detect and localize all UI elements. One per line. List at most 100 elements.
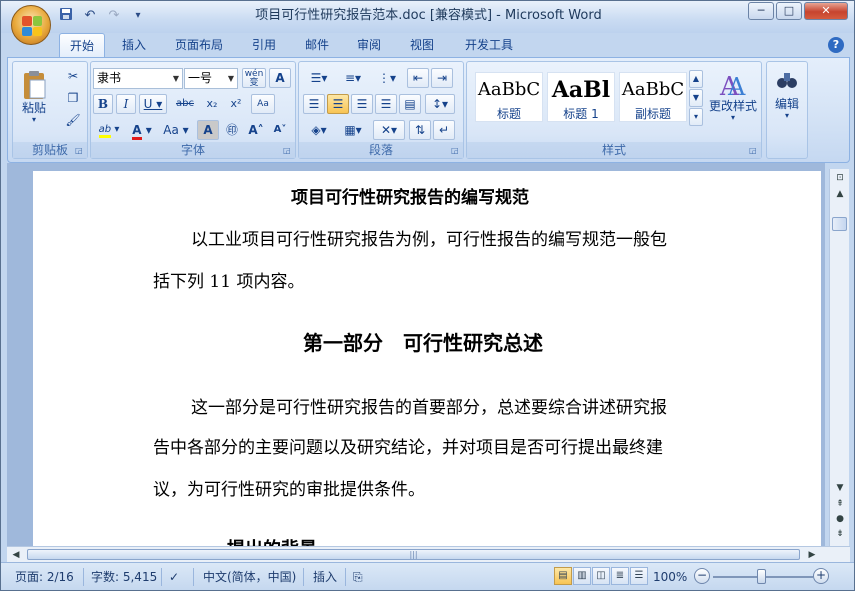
scroll-right-icon[interactable]: ▶ bbox=[805, 548, 819, 562]
line-spacing-icon[interactable]: ↕▾ bbox=[425, 94, 455, 114]
help-icon[interactable]: ? bbox=[828, 37, 844, 53]
numbering-icon[interactable]: ≡▾ bbox=[337, 68, 369, 88]
zoom-level[interactable]: 100% bbox=[653, 567, 687, 587]
clear-formatting-button[interactable]: Aa bbox=[251, 94, 275, 114]
zoom-in-icon[interactable]: + bbox=[813, 568, 829, 584]
tab-insert[interactable]: 插入 bbox=[113, 33, 155, 57]
chevron-down-icon[interactable]: ▼ bbox=[170, 69, 182, 88]
styles-scroll-up-icon[interactable]: ▲ bbox=[689, 70, 703, 88]
character-border-button[interactable]: A bbox=[269, 68, 291, 88]
tab-developer[interactable]: 开发工具 bbox=[456, 33, 522, 57]
grow-font-button[interactable]: A˄ bbox=[245, 120, 267, 140]
cut-icon[interactable]: ✂ bbox=[63, 66, 83, 86]
full-screen-reading-icon[interactable]: ▥ bbox=[573, 567, 591, 585]
tab-view[interactable]: 视图 bbox=[401, 33, 443, 57]
zoom-slider[interactable] bbox=[713, 569, 813, 584]
multilevel-list-icon[interactable]: ⋮▾ bbox=[371, 68, 403, 88]
underline-button[interactable]: U ▾ bbox=[139, 94, 167, 114]
tab-page-layout[interactable]: 页面布局 bbox=[166, 33, 232, 57]
zoom-out-icon[interactable]: − bbox=[694, 568, 710, 584]
document-page[interactable]: 项目可行性研究报告的编写规范 以工业项目可行性研究报告为例，可行性报告的编写规范… bbox=[33, 171, 821, 546]
justify-icon[interactable]: ☰ bbox=[375, 94, 397, 114]
shading-icon[interactable]: ◈▾ bbox=[303, 120, 335, 140]
select-browse-object-icon[interactable]: ● bbox=[832, 512, 848, 526]
vertical-scroll-thumb[interactable] bbox=[832, 217, 847, 231]
align-right-icon[interactable]: ☰ bbox=[351, 94, 373, 114]
editing-button[interactable]: 编辑 ▾ bbox=[769, 66, 805, 136]
paragraph-launcher-icon[interactable]: ◲ bbox=[451, 146, 460, 155]
maximize-button[interactable]: □ bbox=[776, 2, 802, 20]
distributed-icon[interactable]: ▤ bbox=[399, 94, 421, 114]
paste-button[interactable]: 粘贴 ▾ bbox=[17, 66, 51, 132]
font-name-combo[interactable]: 隶书 ▼ bbox=[93, 68, 183, 89]
horizontal-scroll-thumb[interactable]: ||| bbox=[27, 549, 800, 560]
draft-view-icon[interactable]: ☰ bbox=[630, 567, 648, 585]
outline-view-icon[interactable]: ≣ bbox=[611, 567, 629, 585]
styles-more-icon[interactable]: ▾ bbox=[689, 108, 703, 126]
styles-launcher-icon[interactable]: ◲ bbox=[749, 146, 758, 155]
redo-icon[interactable]: ↷ bbox=[105, 7, 123, 25]
print-layout-view-icon[interactable]: ▤ bbox=[554, 567, 572, 585]
phonetic-guide-button[interactable]: wén 变 bbox=[242, 68, 266, 88]
paste-icon bbox=[24, 71, 46, 99]
insert-mode[interactable]: 插入 bbox=[313, 567, 337, 587]
page-count[interactable]: 页面: 2/16 bbox=[15, 567, 74, 587]
character-shading-button[interactable]: A bbox=[197, 120, 219, 140]
zoom-slider-knob[interactable] bbox=[757, 569, 766, 584]
superscript-button[interactable]: x² bbox=[225, 94, 247, 114]
tab-review[interactable]: 审阅 bbox=[348, 33, 390, 57]
enclose-characters-icon[interactable]: ㊞ bbox=[221, 120, 243, 140]
style-tile-subtitle[interactable]: AaBbC 副标题 bbox=[619, 72, 687, 122]
scroll-down-icon[interactable]: ▼ bbox=[832, 481, 848, 495]
highlight-button[interactable]: ab ▾ bbox=[93, 120, 125, 140]
italic-button[interactable]: I bbox=[116, 94, 136, 114]
undo-icon[interactable]: ↶ bbox=[81, 7, 99, 25]
styles-scroll-down-icon[interactable]: ▼ bbox=[689, 89, 703, 107]
font-launcher-icon[interactable]: ◲ bbox=[283, 146, 292, 155]
save-icon[interactable] bbox=[57, 7, 75, 25]
tab-mailings[interactable]: 邮件 bbox=[296, 33, 338, 57]
chinese-layout-icon[interactable]: ✕▾ bbox=[373, 120, 405, 140]
borders-icon[interactable]: ▦▾ bbox=[337, 120, 369, 140]
change-case-button[interactable]: Aa ▾ bbox=[159, 120, 193, 140]
align-left-icon[interactable]: ☰ bbox=[303, 94, 325, 114]
minimize-button[interactable]: ─ bbox=[748, 2, 774, 20]
horizontal-scrollbar[interactable]: ◀ ||| ▶ bbox=[7, 546, 850, 562]
previous-page-icon[interactable]: ⇞ bbox=[832, 497, 848, 511]
scroll-up-icon[interactable]: ▲ bbox=[832, 187, 848, 201]
vertical-scrollbar[interactable]: ⊡ ▲ ▼ ⇞ ● ⇟ bbox=[829, 169, 849, 546]
tab-references[interactable]: 引用 bbox=[243, 33, 285, 57]
change-styles-button[interactable]: AA 更改样式 ▾ bbox=[707, 66, 759, 136]
doc-para-line3: 议，为可行性研究的审批提供条件。 bbox=[153, 480, 425, 500]
bullets-icon[interactable]: ☰▾ bbox=[303, 68, 335, 88]
copy-icon[interactable]: ❐ bbox=[63, 88, 83, 108]
chevron-down-icon[interactable]: ▼ bbox=[225, 69, 237, 88]
macro-record-icon[interactable]: ⎘ bbox=[353, 567, 363, 587]
font-color-button[interactable]: A ▾ bbox=[127, 120, 157, 140]
bold-button[interactable]: B bbox=[93, 94, 113, 114]
font-size-combo[interactable]: 一号 ▼ bbox=[184, 68, 238, 89]
word-count[interactable]: 字数: 5,415 bbox=[91, 567, 157, 587]
format-painter-icon[interactable]: 🖌 bbox=[63, 110, 83, 130]
clipboard-launcher-icon[interactable]: ◲ bbox=[75, 146, 84, 155]
align-center-icon[interactable]: ☰ bbox=[327, 94, 349, 114]
web-layout-icon[interactable]: ◫ bbox=[592, 567, 610, 585]
shrink-font-button[interactable]: A˅ bbox=[269, 120, 291, 140]
ruler-toggle-icon[interactable]: ⊡ bbox=[832, 171, 848, 185]
sort-icon[interactable]: ⇅ bbox=[409, 120, 431, 140]
next-page-icon[interactable]: ⇟ bbox=[832, 527, 848, 541]
style-tile-heading1[interactable]: AaBl 标题 1 bbox=[547, 72, 615, 122]
style-tile-title[interactable]: AaBbC 标题 bbox=[475, 72, 543, 122]
increase-indent-icon[interactable]: ⇥ bbox=[431, 68, 453, 88]
scroll-left-icon[interactable]: ◀ bbox=[9, 548, 23, 562]
strikethrough-button[interactable]: abc bbox=[171, 94, 199, 114]
decrease-indent-icon[interactable]: ⇤ bbox=[407, 68, 429, 88]
tab-home[interactable]: 开始 bbox=[59, 33, 105, 57]
customize-qat-icon[interactable]: ▾ bbox=[129, 7, 147, 25]
show-hide-marks-icon[interactable]: ↵ bbox=[433, 120, 455, 140]
office-button[interactable] bbox=[11, 5, 51, 45]
close-button[interactable]: ✕ bbox=[804, 2, 848, 20]
proofing-icon[interactable]: ✓ bbox=[169, 567, 179, 587]
subscript-button[interactable]: x₂ bbox=[201, 94, 223, 114]
language[interactable]: 中文(简体，中国) bbox=[203, 567, 296, 587]
